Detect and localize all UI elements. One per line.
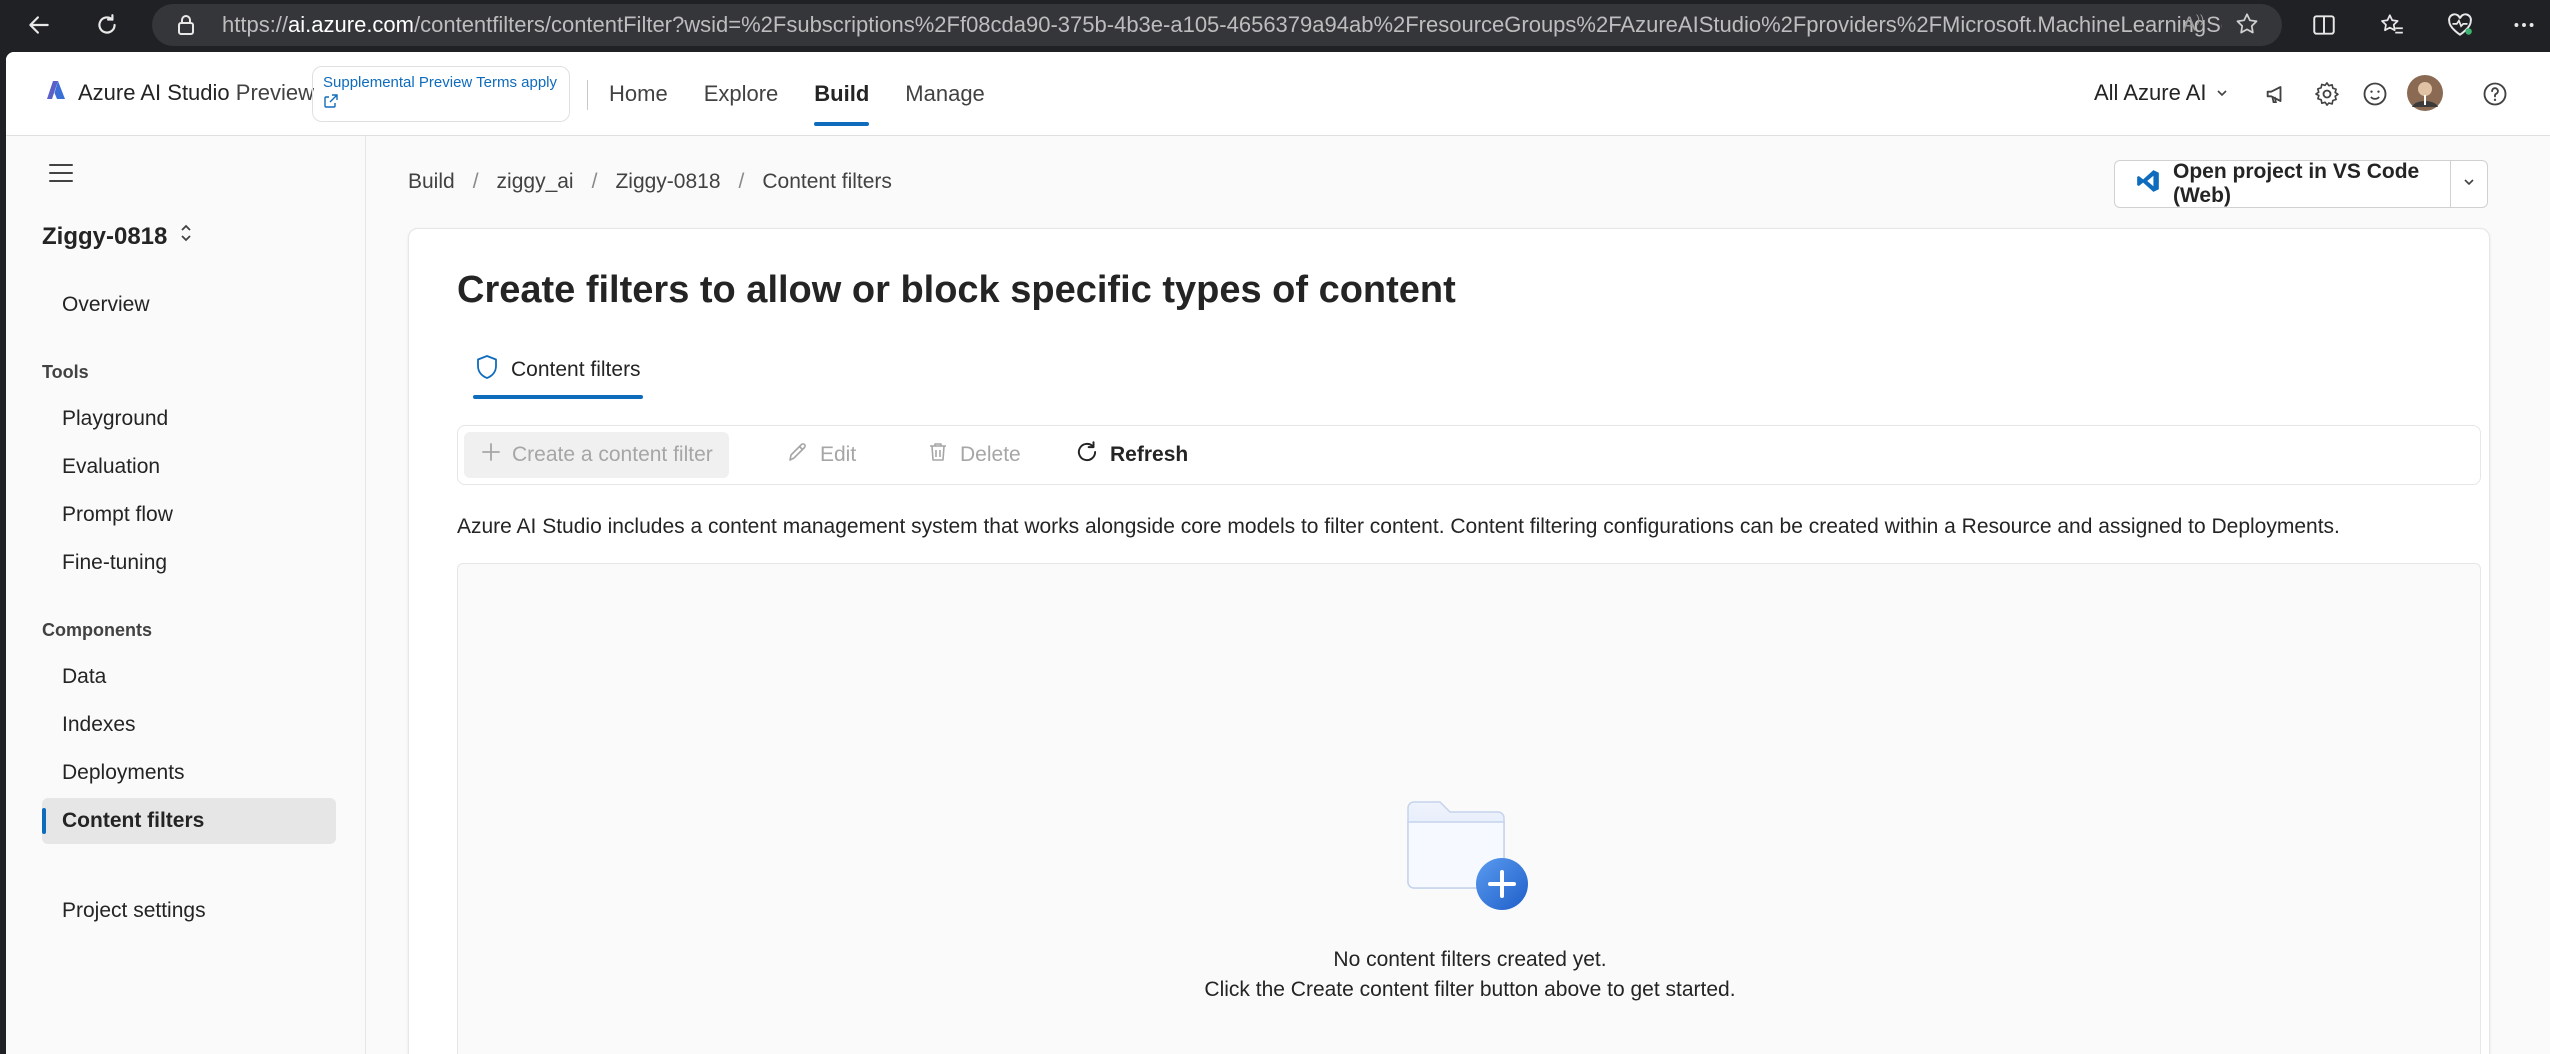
- sidebar-item-deployments[interactable]: Deployments: [42, 750, 336, 796]
- brand[interactable]: Azure AI Studio Preview: [44, 78, 314, 107]
- app-window: Azure AI Studio Preview Supplemental Pre…: [6, 52, 2550, 1054]
- breadcrumb-project[interactable]: Ziggy-0818: [615, 170, 720, 194]
- breadcrumb-separator: /: [738, 170, 745, 193]
- preview-terms-text: Supplemental Preview Terms apply: [323, 74, 558, 91]
- refresh-page-icon[interactable]: [90, 8, 124, 42]
- lock-icon: [176, 14, 196, 41]
- project-selector[interactable]: Ziggy-0818: [42, 222, 193, 251]
- tab-label: Content filters: [511, 358, 641, 381]
- main-content: Build / ziggy_ai / Ziggy-0818 / Content …: [366, 136, 2550, 1054]
- page-title: Create filters to allow or block specifi…: [457, 269, 1456, 311]
- feedback-smiley-icon[interactable]: [2360, 79, 2390, 109]
- nav-manage[interactable]: Manage: [905, 52, 985, 136]
- vscode-icon: [2135, 168, 2161, 200]
- sidebar-item-overview[interactable]: Overview: [42, 282, 336, 328]
- nav-explore[interactable]: Explore: [704, 52, 779, 136]
- split-screen-icon[interactable]: [2308, 9, 2340, 41]
- breadcrumb-build[interactable]: Build: [408, 170, 455, 194]
- scope-selector[interactable]: All Azure AI: [2094, 80, 2229, 106]
- sidebar-item-evaluation[interactable]: Evaluation: [42, 444, 336, 490]
- edit-button[interactable]: Edit: [770, 432, 872, 478]
- sidebar-item-indexes[interactable]: Indexes: [42, 702, 336, 748]
- delete-button[interactable]: Delete: [910, 432, 1037, 478]
- nav-build[interactable]: Build: [814, 52, 870, 136]
- folder-add-icon: [1402, 794, 1532, 919]
- breadcrumb-ziggy-ai[interactable]: ziggy_ai: [497, 170, 574, 194]
- open-vscode-button[interactable]: Open project in VS Code (Web): [2114, 160, 2450, 208]
- create-content-filter-button[interactable]: Create a content filter: [464, 432, 729, 478]
- favorites-icon[interactable]: [2376, 9, 2408, 41]
- command-toolbar: Create a content filter Edit Delete Refr…: [457, 425, 2481, 485]
- url-text: https://ai.azure.com/contentfilters/cont…: [222, 12, 2222, 38]
- breadcrumb-current: Content filters: [762, 170, 892, 193]
- external-link-icon: [323, 94, 339, 113]
- sidebar-item-data[interactable]: Data: [42, 654, 336, 700]
- help-icon[interactable]: [2480, 79, 2510, 109]
- favorite-star-icon[interactable]: [2234, 11, 2260, 42]
- user-avatar[interactable]: [2406, 74, 2444, 112]
- tab-content-filters[interactable]: Content filters: [473, 341, 643, 399]
- project-name: Ziggy-0818: [42, 222, 168, 250]
- azure-ai-logo-icon: [44, 78, 68, 107]
- url-path: /contentfilters/contentFilter?wsid=%2Fsu…: [414, 12, 2222, 37]
- hamburger-menu-icon[interactable]: [48, 162, 74, 189]
- more-options-icon[interactable]: [2508, 9, 2540, 41]
- sidebar-item-fine-tuning[interactable]: Fine-tuning: [42, 540, 336, 586]
- back-icon[interactable]: [22, 8, 56, 42]
- plus-icon: [480, 441, 502, 469]
- brand-name: Azure AI Studio Preview: [78, 79, 315, 105]
- nav-home[interactable]: Home: [609, 52, 668, 136]
- breadcrumb: Build / ziggy_ai / Ziggy-0818 / Content …: [408, 170, 892, 194]
- empty-state-title: No content filters created yet.: [1333, 948, 1607, 971]
- refresh-button[interactable]: Refresh: [1058, 432, 1204, 478]
- browser-essentials-icon[interactable]: [2444, 9, 2476, 41]
- tools-heading: Tools: [42, 362, 89, 382]
- browser-toolbar: https://ai.azure.com/contentfilters/cont…: [0, 0, 2550, 50]
- breadcrumb-separator: /: [591, 170, 598, 193]
- page-description: Azure AI Studio includes a content manag…: [457, 515, 2340, 538]
- trash-icon: [926, 440, 950, 470]
- top-navigation: Home Explore Build Manage: [609, 52, 985, 136]
- header-divider: [587, 80, 588, 110]
- left-sidebar: Ziggy-0818 Overview Tools Playground Eva…: [6, 136, 366, 1054]
- app-header: Azure AI Studio Preview Supplemental Pre…: [6, 52, 2550, 136]
- chevron-up-down-icon: [179, 222, 193, 251]
- sidebar-item-content-filters[interactable]: Content filters: [42, 798, 336, 844]
- url-host: ai.azure.com: [288, 12, 414, 37]
- sidebar-item-project-settings[interactable]: Project settings: [42, 888, 336, 934]
- chevron-down-icon: [2462, 175, 2476, 194]
- components-heading: Components: [42, 620, 152, 640]
- url-prefix: https://: [222, 12, 289, 37]
- delete-button-label: Delete: [960, 443, 1021, 466]
- vscode-options-dropdown[interactable]: [2450, 160, 2488, 208]
- preview-terms-link[interactable]: Supplemental Preview Terms apply: [312, 66, 570, 122]
- settings-gear-icon[interactable]: [2312, 79, 2342, 109]
- chevron-down-icon: [2215, 80, 2229, 106]
- read-aloud-icon[interactable]: A)): [2183, 12, 2204, 37]
- sidebar-item-playground[interactable]: Playground: [42, 396, 336, 442]
- refresh-icon: [1074, 439, 1100, 471]
- scope-selector-label: All Azure AI: [2094, 80, 2207, 105]
- create-button-label: Create a content filter: [512, 443, 713, 466]
- edit-button-label: Edit: [820, 443, 857, 466]
- content-card: Create filters to allow or block specifi…: [408, 228, 2490, 1054]
- sidebar-item-prompt-flow[interactable]: Prompt flow: [42, 492, 336, 538]
- empty-state-panel: No content filters created yet. Click th…: [457, 563, 2481, 1054]
- refresh-button-label: Refresh: [1110, 443, 1189, 466]
- address-bar[interactable]: https://ai.azure.com/contentfilters/cont…: [152, 4, 2282, 46]
- pencil-icon: [786, 440, 810, 470]
- announcements-icon[interactable]: [2262, 79, 2292, 109]
- shield-icon: [475, 354, 499, 386]
- empty-state-hint: Click the Create content filter button a…: [1204, 978, 1736, 1001]
- open-vscode-label: Open project in VS Code (Web): [2173, 160, 2420, 207]
- breadcrumb-separator: /: [472, 170, 479, 193]
